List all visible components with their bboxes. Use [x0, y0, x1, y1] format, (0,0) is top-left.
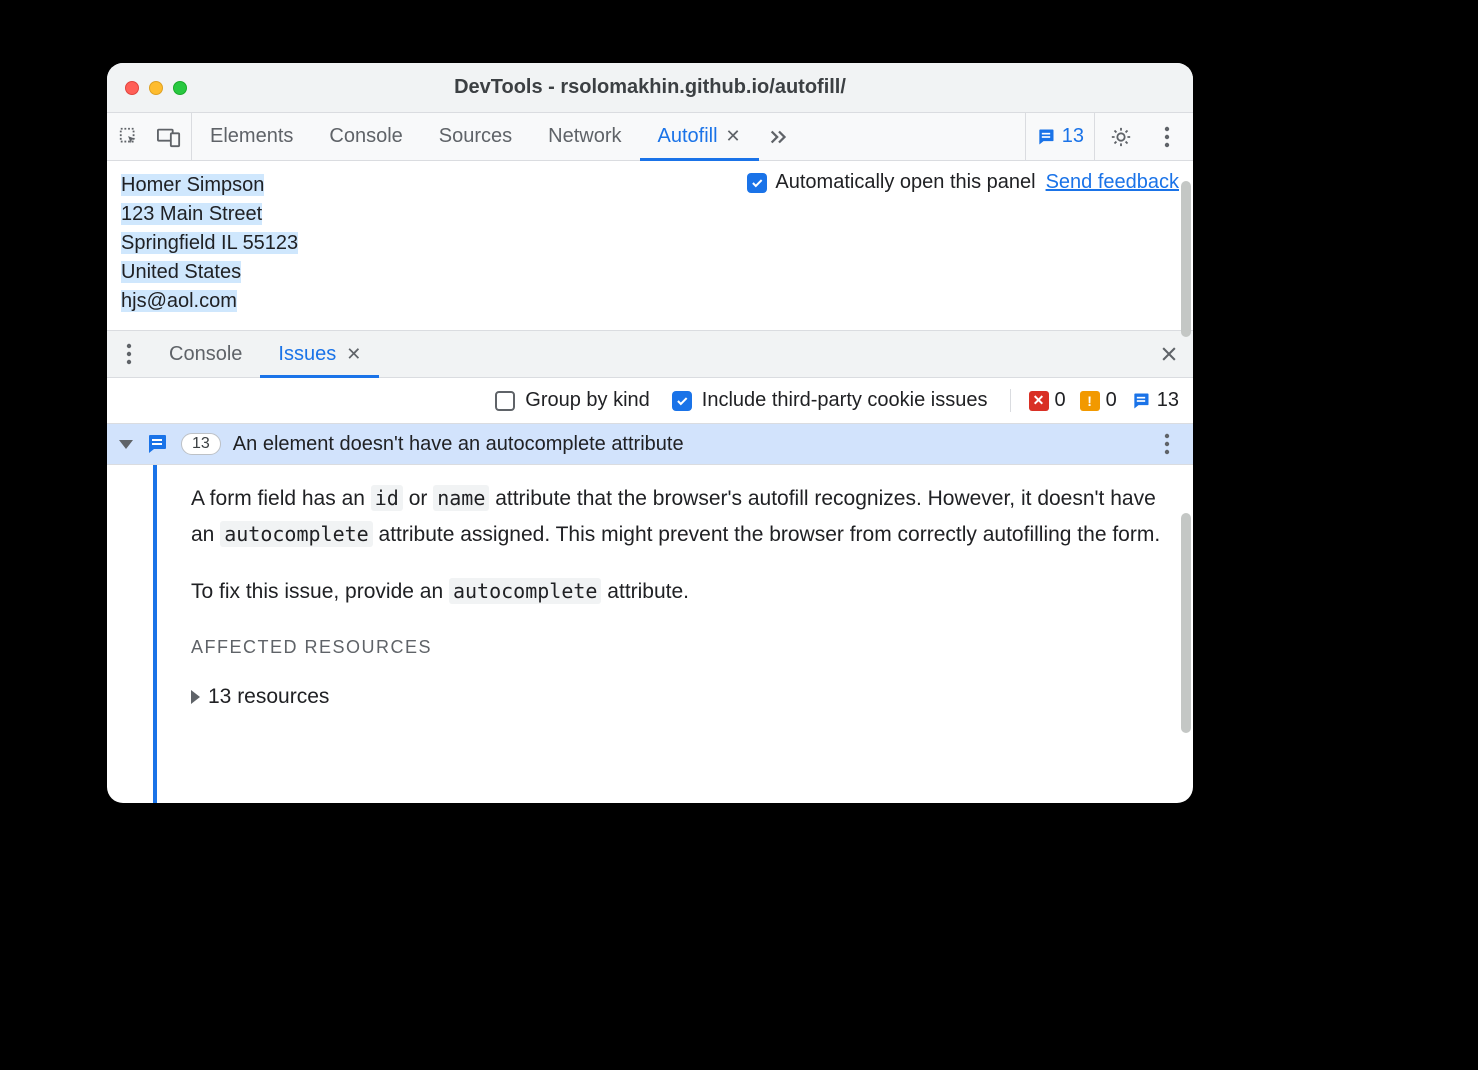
scrollbar[interactable] — [1181, 513, 1191, 733]
issue-description-1: A form field has an id or name attribute… — [191, 481, 1163, 552]
scrollbar[interactable] — [1181, 181, 1191, 337]
resources-count: 13 resources — [208, 679, 329, 715]
window-titlebar: DevTools - rsolomakhin.github.io/autofil… — [107, 63, 1193, 113]
issue-title: An element doesn't have an autocomplete … — [233, 433, 684, 456]
autofill-city-state: Springfield IL — [121, 232, 243, 254]
close-drawer-icon[interactable] — [1145, 331, 1193, 377]
devtools-window: DevTools - rsolomakhin.github.io/autofil… — [107, 63, 1193, 803]
more-tabs-icon[interactable] — [759, 113, 799, 160]
drawer-tab-issues-label: Issues — [278, 343, 336, 366]
issues-count: 13 — [1062, 125, 1084, 148]
minimize-window-icon[interactable] — [149, 81, 163, 95]
issue-menu-icon[interactable] — [1153, 433, 1181, 455]
tab-elements[interactable]: Elements — [192, 113, 311, 160]
send-feedback-link[interactable]: Send feedback — [1046, 171, 1179, 194]
error-icon: ✕ — [1029, 391, 1049, 411]
checkbox-checked-icon — [672, 391, 692, 411]
expand-issue-icon[interactable] — [119, 440, 133, 449]
close-drawer-tab-icon[interactable]: ✕ — [346, 344, 361, 365]
drawer-tab-issues[interactable]: Issues ✕ — [260, 331, 379, 377]
zoom-window-icon[interactable] — [173, 81, 187, 95]
auto-open-panel-label: Automatically open this panel — [775, 171, 1035, 194]
traffic-lights — [125, 81, 187, 95]
inspect-element-icon[interactable] — [115, 123, 143, 151]
autofill-email: hjs@aol.com — [121, 290, 237, 312]
tab-autofill[interactable]: Autofill ✕ — [640, 113, 759, 160]
autofill-name: Homer Simpson — [121, 174, 264, 196]
tab-network[interactable]: Network — [530, 113, 639, 160]
tab-console[interactable]: Console — [311, 113, 420, 160]
affected-resources-label: AFFECTED RESOURCES — [191, 632, 1163, 663]
drawer-header: Console Issues ✕ — [107, 330, 1193, 378]
autofill-country: United States — [121, 261, 241, 283]
issue-description-2: To fix this issue, provide an autocomple… — [191, 574, 1163, 610]
autofill-address-block: Homer Simpson 123 Main Street Springfiel… — [121, 171, 298, 316]
include-third-party-checkbox[interactable]: Include third-party cookie issues — [672, 389, 988, 412]
issue-counts: ✕ 0 ! 0 13 — [1010, 389, 1180, 412]
main-tabs: Elements Console Sources Network Autofil… — [192, 113, 759, 160]
group-by-kind-label: Group by kind — [525, 389, 650, 412]
issues-counter[interactable]: 13 — [1025, 113, 1095, 160]
tab-sources[interactable]: Sources — [421, 113, 530, 160]
main-toolbar: Elements Console Sources Network Autofil… — [107, 113, 1193, 161]
include-third-party-label: Include third-party cookie issues — [702, 389, 988, 412]
group-by-kind-checkbox[interactable]: Group by kind — [495, 389, 650, 412]
info-count[interactable]: 13 — [1131, 389, 1179, 412]
autofill-panel: Homer Simpson 123 Main Street Springfiel… — [107, 161, 1193, 330]
issue-kind-icon — [145, 432, 169, 456]
errors-count[interactable]: ✕ 0 — [1029, 389, 1066, 412]
close-tab-icon[interactable]: ✕ — [726, 126, 741, 147]
tab-autofill-label: Autofill — [658, 125, 718, 148]
issues-speech-icon — [1036, 127, 1056, 147]
issue-badge-count: 13 — [181, 433, 221, 455]
resources-toggle[interactable]: 13 resources — [191, 679, 1163, 715]
drawer-tab-console[interactable]: Console — [151, 331, 260, 377]
close-window-icon[interactable] — [125, 81, 139, 95]
drawer-menu-icon[interactable] — [107, 331, 151, 377]
auto-open-panel-checkbox[interactable]: Automatically open this panel — [747, 171, 1035, 194]
issues-toolbar: Group by kind Include third-party cookie… — [107, 378, 1193, 424]
overflow-menu-icon[interactable] — [1147, 113, 1187, 160]
autofill-street: 123 Main Street — [121, 203, 262, 225]
settings-icon[interactable] — [1101, 113, 1141, 160]
autofill-zip: 55123 — [243, 232, 299, 254]
warnings-count[interactable]: ! 0 — [1080, 389, 1117, 412]
checkbox-unchecked-icon — [495, 391, 515, 411]
expand-resources-icon[interactable] — [191, 690, 200, 704]
issue-detail: A form field has an id or name attribute… — [107, 465, 1193, 803]
issue-row[interactable]: 13 An element doesn't have an autocomple… — [107, 424, 1193, 465]
info-speech-icon — [1131, 391, 1151, 411]
warning-icon: ! — [1080, 391, 1100, 411]
device-toolbar-icon[interactable] — [155, 123, 183, 151]
window-title: DevTools - rsolomakhin.github.io/autofil… — [107, 76, 1193, 99]
checkbox-checked-icon — [747, 173, 767, 193]
